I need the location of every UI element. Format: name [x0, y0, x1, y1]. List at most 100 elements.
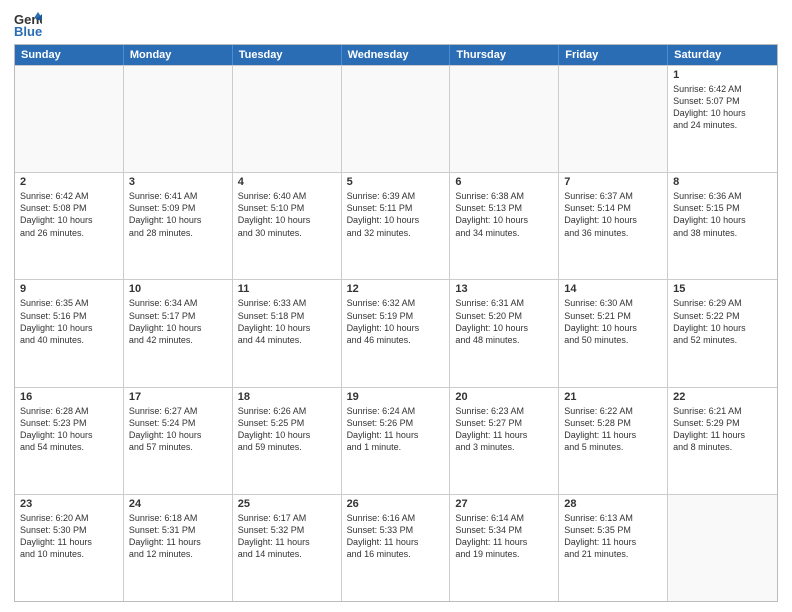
calendar-cell: 10 Sunrise: 6:34 AM Sunset: 5:17 PM Dayli…	[124, 280, 233, 386]
cell-sun-info: Sunrise: 6:35 AM Sunset: 5:16 PM Dayligh…	[20, 297, 118, 346]
cell-sun-info: Sunrise: 6:41 AM Sunset: 5:09 PM Dayligh…	[129, 190, 227, 239]
svg-text:Blue: Blue	[14, 24, 42, 38]
day-number: 3	[129, 176, 227, 188]
day-number: 9	[20, 283, 118, 295]
cell-sun-info: Sunrise: 6:14 AM Sunset: 5:34 PM Dayligh…	[455, 512, 553, 561]
cell-sun-info: Sunrise: 6:26 AM Sunset: 5:25 PM Dayligh…	[238, 405, 336, 454]
calendar-cell	[15, 66, 124, 172]
cell-sun-info: Sunrise: 6:13 AM Sunset: 5:35 PM Dayligh…	[564, 512, 662, 561]
calendar-row-4: 23 Sunrise: 6:20 AM Sunset: 5:30 PM Dayli…	[15, 494, 777, 601]
day-number: 22	[673, 391, 772, 403]
calendar-cell: 15 Sunrise: 6:29 AM Sunset: 5:22 PM Dayli…	[668, 280, 777, 386]
day-number: 27	[455, 498, 553, 510]
cell-sun-info: Sunrise: 6:29 AM Sunset: 5:22 PM Dayligh…	[673, 297, 772, 346]
cell-sun-info: Sunrise: 6:24 AM Sunset: 5:26 PM Dayligh…	[347, 405, 445, 454]
cell-sun-info: Sunrise: 6:32 AM Sunset: 5:19 PM Dayligh…	[347, 297, 445, 346]
calendar-body: 1 Sunrise: 6:42 AM Sunset: 5:07 PM Daylig…	[15, 65, 777, 601]
header-day-thursday: Thursday	[450, 45, 559, 65]
day-number: 7	[564, 176, 662, 188]
calendar-header: SundayMondayTuesdayWednesdayThursdayFrid…	[15, 45, 777, 65]
cell-sun-info: Sunrise: 6:22 AM Sunset: 5:28 PM Dayligh…	[564, 405, 662, 454]
calendar-cell: 20 Sunrise: 6:23 AM Sunset: 5:27 PM Dayli…	[450, 388, 559, 494]
calendar-cell: 18 Sunrise: 6:26 AM Sunset: 5:25 PM Dayli…	[233, 388, 342, 494]
calendar: SundayMondayTuesdayWednesdayThursdayFrid…	[14, 44, 778, 602]
header-day-tuesday: Tuesday	[233, 45, 342, 65]
calendar-cell: 12Sunrise: 6:32 AM Sunset: 5:19 PM Dayli…	[342, 280, 451, 386]
cell-sun-info: Sunrise: 6:16 AM Sunset: 5:33 PM Dayligh…	[347, 512, 445, 561]
day-number: 13	[455, 283, 553, 295]
calendar-cell: 19 Sunrise: 6:24 AM Sunset: 5:26 PM Dayli…	[342, 388, 451, 494]
day-number: 26	[347, 498, 445, 510]
header-day-wednesday: Wednesday	[342, 45, 451, 65]
day-number: 4	[238, 176, 336, 188]
calendar-cell	[559, 66, 668, 172]
day-number: 15	[673, 283, 772, 295]
cell-sun-info: Sunrise: 6:31 AM Sunset: 5:20 PM Dayligh…	[455, 297, 553, 346]
calendar-cell: 11Sunrise: 6:33 AM Sunset: 5:18 PM Dayli…	[233, 280, 342, 386]
calendar-cell: 2 Sunrise: 6:42 AM Sunset: 5:08 PM Daylig…	[15, 173, 124, 279]
calendar-cell: 8 Sunrise: 6:36 AM Sunset: 5:15 PM Daylig…	[668, 173, 777, 279]
calendar-cell	[124, 66, 233, 172]
page: General Blue SundayMondayTuesdayWednesda…	[0, 0, 792, 612]
day-number: 17	[129, 391, 227, 403]
cell-sun-info: Sunrise: 6:20 AM Sunset: 5:30 PM Dayligh…	[20, 512, 118, 561]
cell-sun-info: Sunrise: 6:39 AM Sunset: 5:11 PM Dayligh…	[347, 190, 445, 239]
calendar-row-1: 2 Sunrise: 6:42 AM Sunset: 5:08 PM Daylig…	[15, 172, 777, 279]
day-number: 20	[455, 391, 553, 403]
calendar-cell: 5 Sunrise: 6:39 AM Sunset: 5:11 PM Daylig…	[342, 173, 451, 279]
calendar-cell: 23 Sunrise: 6:20 AM Sunset: 5:30 PM Dayli…	[15, 495, 124, 601]
day-number: 16	[20, 391, 118, 403]
calendar-cell: 16Sunrise: 6:28 AM Sunset: 5:23 PM Dayli…	[15, 388, 124, 494]
calendar-cell: 13 Sunrise: 6:31 AM Sunset: 5:20 PM Dayli…	[450, 280, 559, 386]
cell-sun-info: Sunrise: 6:18 AM Sunset: 5:31 PM Dayligh…	[129, 512, 227, 561]
logo-icon: General Blue	[14, 10, 42, 38]
cell-sun-info: Sunrise: 6:23 AM Sunset: 5:27 PM Dayligh…	[455, 405, 553, 454]
calendar-cell: 9 Sunrise: 6:35 AM Sunset: 5:16 PM Daylig…	[15, 280, 124, 386]
cell-sun-info: Sunrise: 6:36 AM Sunset: 5:15 PM Dayligh…	[673, 190, 772, 239]
cell-sun-info: Sunrise: 6:30 AM Sunset: 5:21 PM Dayligh…	[564, 297, 662, 346]
calendar-cell: 6 Sunrise: 6:38 AM Sunset: 5:13 PM Daylig…	[450, 173, 559, 279]
calendar-cell: 17Sunrise: 6:27 AM Sunset: 5:24 PM Dayli…	[124, 388, 233, 494]
cell-sun-info: Sunrise: 6:17 AM Sunset: 5:32 PM Dayligh…	[238, 512, 336, 561]
calendar-cell: 22 Sunrise: 6:21 AM Sunset: 5:29 PM Dayli…	[668, 388, 777, 494]
day-number: 1	[673, 69, 772, 81]
calendar-cell	[233, 66, 342, 172]
header-day-friday: Friday	[559, 45, 668, 65]
day-number: 28	[564, 498, 662, 510]
calendar-cell: 4 Sunrise: 6:40 AM Sunset: 5:10 PM Daylig…	[233, 173, 342, 279]
day-number: 11	[238, 283, 336, 295]
day-number: 21	[564, 391, 662, 403]
day-number: 5	[347, 176, 445, 188]
calendar-cell: 26 Sunrise: 6:16 AM Sunset: 5:33 PM Dayli…	[342, 495, 451, 601]
day-number: 23	[20, 498, 118, 510]
day-number: 2	[20, 176, 118, 188]
cell-sun-info: Sunrise: 6:38 AM Sunset: 5:13 PM Dayligh…	[455, 190, 553, 239]
calendar-row-3: 16Sunrise: 6:28 AM Sunset: 5:23 PM Dayli…	[15, 387, 777, 494]
cell-sun-info: Sunrise: 6:34 AM Sunset: 5:17 PM Dayligh…	[129, 297, 227, 346]
cell-sun-info: Sunrise: 6:21 AM Sunset: 5:29 PM Dayligh…	[673, 405, 772, 454]
header-day-sunday: Sunday	[15, 45, 124, 65]
day-number: 6	[455, 176, 553, 188]
header: General Blue	[14, 10, 778, 38]
calendar-row-0: 1 Sunrise: 6:42 AM Sunset: 5:07 PM Daylig…	[15, 65, 777, 172]
cell-sun-info: Sunrise: 6:37 AM Sunset: 5:14 PM Dayligh…	[564, 190, 662, 239]
cell-sun-info: Sunrise: 6:42 AM Sunset: 5:07 PM Dayligh…	[673, 83, 772, 132]
header-day-saturday: Saturday	[668, 45, 777, 65]
calendar-cell: 28 Sunrise: 6:13 AM Sunset: 5:35 PM Dayli…	[559, 495, 668, 601]
cell-sun-info: Sunrise: 6:42 AM Sunset: 5:08 PM Dayligh…	[20, 190, 118, 239]
cell-sun-info: Sunrise: 6:40 AM Sunset: 5:10 PM Dayligh…	[238, 190, 336, 239]
day-number: 8	[673, 176, 772, 188]
calendar-cell: 14Sunrise: 6:30 AM Sunset: 5:21 PM Dayli…	[559, 280, 668, 386]
calendar-cell: 7 Sunrise: 6:37 AM Sunset: 5:14 PM Daylig…	[559, 173, 668, 279]
calendar-cell	[450, 66, 559, 172]
calendar-cell: 1 Sunrise: 6:42 AM Sunset: 5:07 PM Daylig…	[668, 66, 777, 172]
calendar-cell: 3 Sunrise: 6:41 AM Sunset: 5:09 PM Daylig…	[124, 173, 233, 279]
day-number: 18	[238, 391, 336, 403]
day-number: 10	[129, 283, 227, 295]
calendar-cell: 24 Sunrise: 6:18 AM Sunset: 5:31 PM Dayli…	[124, 495, 233, 601]
day-number: 19	[347, 391, 445, 403]
day-number: 24	[129, 498, 227, 510]
logo: General Blue	[14, 10, 46, 38]
day-number: 25	[238, 498, 336, 510]
calendar-cell: 21 Sunrise: 6:22 AM Sunset: 5:28 PM Dayli…	[559, 388, 668, 494]
